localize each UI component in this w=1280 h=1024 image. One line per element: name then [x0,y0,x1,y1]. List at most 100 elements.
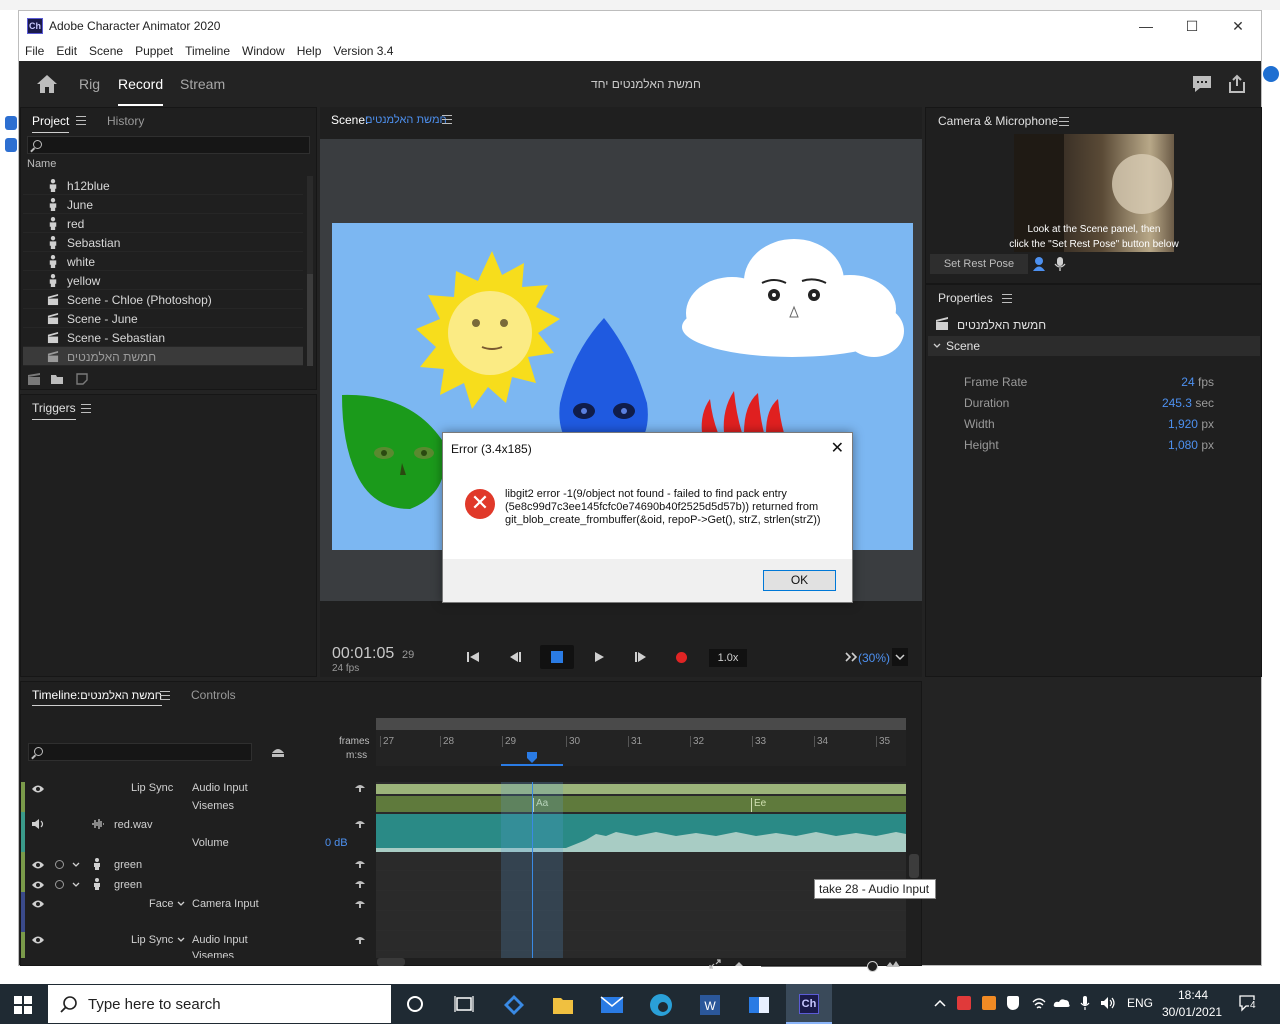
playhead-handle[interactable] [526,752,538,764]
stop-button[interactable] [540,645,574,669]
timeline-vscroll[interactable] [909,854,919,878]
eye-icon[interactable] [31,899,45,909]
list-item[interactable]: red [23,214,303,233]
scene-name-link[interactable]: חמשת האלמנטים [365,114,447,126]
new-scene-icon[interactable] [27,372,41,386]
zoom-dropdown[interactable] [892,648,908,666]
project-search-input[interactable] [27,136,310,154]
record-button[interactable] [676,652,687,663]
menu-file[interactable]: File [19,42,50,60]
set-rest-pose-button[interactable]: Set Rest Pose [930,254,1028,274]
project-scrollbar[interactable] [307,176,313,366]
list-item[interactable]: חמשת האלמנטים [23,347,303,366]
show-hidden-icons[interactable] [934,998,946,1008]
edge-icon[interactable] [639,988,683,1022]
list-item[interactable]: yellow [23,271,303,290]
tab-project[interactable]: Project [32,114,70,133]
share-icon[interactable] [1226,74,1248,94]
chat-icon[interactable] [1191,74,1213,94]
list-item[interactable]: white [23,252,303,271]
go-to-start-icon[interactable] [464,649,482,665]
tab-record[interactable]: Record [118,76,164,106]
timeline-search-input[interactable] [28,743,252,761]
arm-track-icon[interactable] [354,818,366,828]
arm-track-icon[interactable] [354,898,366,908]
menu-window[interactable]: Window [236,42,291,60]
step-forward-icon[interactable] [632,649,650,665]
menu-version[interactable]: Version 3.4 [327,42,399,60]
audio-clip[interactable] [376,814,906,852]
zoom-in-icon[interactable] [885,960,901,968]
eye-icon[interactable] [31,935,45,945]
onedrive-icon[interactable] [1053,998,1071,1008]
tab-controls[interactable]: Controls [191,688,236,702]
security-tray-icon[interactable] [1007,996,1019,1010]
volume-icon[interactable] [1100,996,1116,1010]
track-filter-icon[interactable] [270,745,286,759]
track-content[interactable]: Aa Ee [376,782,906,958]
timeline-menu-icon[interactable] [160,691,170,700]
chevron-down-icon[interactable] [71,860,81,870]
microphone-icon[interactable] [1054,256,1066,272]
expand-icon[interactable] [709,959,721,969]
windows-start-icon[interactable] [14,996,32,1014]
wifi-icon[interactable] [1031,996,1047,1010]
arm-track-icon[interactable] [354,934,366,944]
timeline-ruler[interactable]: 27 28 29 30 31 32 33 34 35 [376,718,906,766]
list-item[interactable]: Scene - Chloe (Photoshop) [23,290,303,309]
zoom-out-icon[interactable] [734,961,744,967]
notification-center[interactable]: 4 [1238,994,1258,1012]
minimize-button[interactable]: — [1123,11,1169,41]
maximize-button[interactable]: ☐ [1169,11,1215,41]
dialog-close-button[interactable]: ✕ [831,438,844,458]
playback-speed[interactable]: 1.0x [709,649,747,667]
viseme-ee[interactable]: Ee [751,798,766,812]
visemes-clip[interactable]: Aa Ee [376,796,906,812]
vscode-icon[interactable] [492,988,536,1022]
chevron-down-icon[interactable] [176,899,186,909]
properties-menu-icon[interactable] [1002,294,1012,303]
ok-button[interactable]: OK [763,570,836,591]
camera-menu-icon[interactable] [1059,117,1069,126]
cortana-icon[interactable] [406,995,424,1013]
help-icon[interactable] [1263,66,1279,82]
camera-toggle-icon[interactable] [1032,256,1046,272]
word-icon[interactable]: W [688,988,732,1022]
close-button[interactable]: ✕ [1215,11,1261,41]
chevron-down-icon[interactable] [71,880,81,890]
microphone-icon[interactable] [1080,995,1090,1011]
name-column-header[interactable]: Name [27,158,56,170]
arm-track-icon[interactable] [354,858,366,868]
eye-icon[interactable] [31,860,45,870]
menu-scene[interactable]: Scene [83,42,129,60]
list-item[interactable]: Scene - June [23,309,303,328]
volume-value[interactable]: 0 dB [325,837,348,849]
speaker-icon[interactable] [31,818,47,830]
scene-menu-icon[interactable] [442,115,452,124]
work-area-bar[interactable] [376,718,906,730]
project-menu-icon[interactable] [76,116,86,125]
tab-stream[interactable]: Stream [180,76,225,92]
new-folder-icon[interactable] [50,372,64,386]
zoom-slider[interactable] [761,961,878,972]
scene-section-header[interactable]: Scene [928,336,1260,356]
solo-toggle[interactable] [55,860,64,869]
clock-date[interactable]: 30/01/2021 [1162,1005,1222,1019]
character-animator-taskbar-button[interactable]: Ch [786,984,832,1024]
eye-icon[interactable] [31,784,45,794]
clock-time[interactable]: 18:44 [1178,988,1208,1002]
file-explorer-icon[interactable] [541,988,585,1022]
solo-toggle[interactable] [55,880,64,889]
lipsync-clip[interactable] [376,784,906,794]
list-item[interactable]: June [23,195,303,214]
tab-history[interactable]: History [107,114,144,128]
triggers-menu-icon[interactable] [81,404,91,413]
task-view-icon[interactable] [454,995,474,1013]
mail-icon[interactable] [590,988,634,1022]
zoom-level[interactable]: (30%) [858,651,890,665]
arm-track-icon[interactable] [354,782,366,792]
language-indicator[interactable]: ENG [1127,996,1153,1010]
menu-timeline[interactable]: Timeline [179,42,236,60]
step-back-icon[interactable] [506,649,524,665]
menu-help[interactable]: Help [291,42,328,60]
